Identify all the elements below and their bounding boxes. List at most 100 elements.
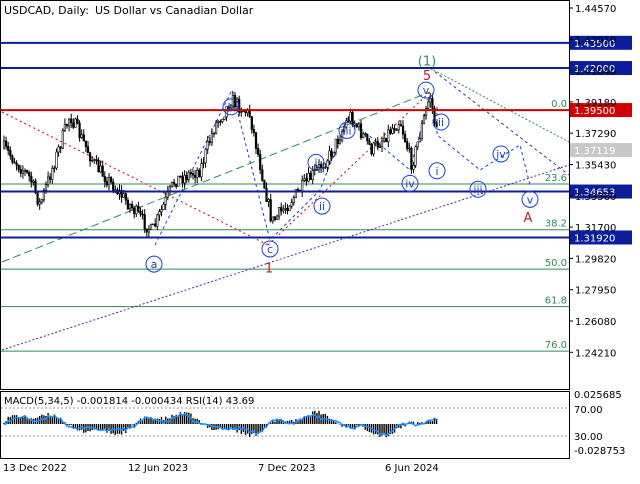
candle-body: [208, 141, 211, 143]
candle-body: [89, 152, 92, 162]
candle-body: [179, 175, 182, 178]
candle-body: [46, 176, 50, 185]
wave-label: 5: [423, 69, 431, 84]
candle-body: [131, 203, 134, 209]
candle-body: [374, 141, 377, 144]
candle-body: [143, 214, 146, 230]
candle-body: [292, 197, 295, 203]
candle-body: [301, 180, 304, 193]
candle-body: [72, 122, 75, 128]
wave-label: c: [267, 243, 273, 256]
y-tick-label: 1.24210: [575, 348, 616, 359]
candle-body: [30, 175, 33, 183]
candle-body: [80, 134, 83, 138]
candle-body: [277, 207, 281, 217]
candle-body: [290, 202, 293, 207]
candle-body: [307, 172, 310, 182]
wave-label: 1: [265, 261, 273, 276]
candle-body: [170, 181, 174, 187]
candle-body: [68, 118, 71, 127]
y-tick-label: 1.44570: [575, 4, 616, 15]
candle-body: [223, 116, 226, 120]
price-level-tag-label: 1.31920: [574, 233, 615, 244]
candle-body: [288, 205, 291, 212]
candle-body: [78, 122, 81, 138]
candle-body: [252, 129, 256, 133]
candle-body: [86, 146, 90, 154]
candle-body: [269, 199, 272, 222]
candle-body: [141, 213, 144, 216]
candle-body: [55, 151, 58, 169]
candle-body: [156, 214, 159, 227]
candle-body: [162, 204, 165, 210]
candle-body: [271, 216, 274, 222]
candle-body: [122, 193, 125, 198]
candle-body: [149, 223, 153, 230]
wave-label: i: [435, 165, 438, 178]
candle-body: [282, 208, 285, 212]
candle-body: [326, 160, 329, 168]
x-tick-label: 7 Dec 2023: [258, 463, 316, 474]
usdcad-chart: 0.023.638.250.061.876.0 1.435001.420001.…: [0, 0, 632, 474]
candle-body: [210, 133, 214, 143]
candle-body: [212, 132, 216, 135]
candle-body: [263, 180, 266, 189]
candle-body: [364, 133, 367, 135]
candle-body: [244, 110, 247, 114]
candle-body: [13, 161, 16, 164]
candle-body: [286, 207, 289, 212]
fib-level-label: 23.6: [545, 173, 567, 184]
candle-body: [420, 123, 424, 139]
candle-body: [317, 164, 321, 169]
candle-body: [139, 210, 142, 215]
candle-body: [95, 159, 98, 161]
y-tick-label: 1.35430: [575, 161, 616, 172]
candle-body: [133, 207, 136, 215]
candle-body: [198, 169, 201, 178]
candle-body: [23, 170, 27, 172]
wave-label: iii: [473, 183, 482, 196]
wave-label: iv: [405, 177, 415, 190]
candle-body: [389, 129, 392, 134]
candle-body: [2, 140, 6, 149]
candle-body: [399, 124, 403, 127]
fib-level-label: 76.0: [545, 340, 567, 351]
candle-body: [196, 169, 199, 178]
indicator-title: MACD(5,34,5) -0.001814 -0.000434 RSI(14)…: [4, 396, 254, 407]
wave-label: ii: [438, 116, 444, 129]
candle-body: [361, 133, 365, 139]
y-tick-label: 1.31700: [575, 223, 616, 234]
candle-body: [397, 124, 400, 131]
candle-body: [387, 129, 390, 143]
candle-body: [200, 163, 203, 178]
candle-body: [359, 123, 363, 139]
candle-body: [324, 166, 327, 169]
candle-body: [112, 181, 115, 192]
candle-body: [422, 115, 426, 125]
candle-body: [40, 199, 43, 203]
candle-body: [328, 150, 331, 162]
wave-label: a: [151, 258, 158, 271]
indicator-tick-label: 0.025685: [574, 390, 622, 401]
candle-body: [401, 125, 405, 135]
candle-body: [194, 174, 197, 178]
candle-body: [76, 118, 79, 124]
candle-body: [418, 138, 421, 143]
candle-body: [267, 199, 270, 202]
candle-body: [70, 118, 73, 124]
candle-body: [187, 172, 190, 180]
candle-body: [17, 164, 20, 170]
candle-body: [336, 138, 340, 144]
candle-body: [183, 174, 186, 184]
indicator-tick-label: -0.028753: [574, 446, 625, 457]
candle-body: [154, 223, 157, 227]
candle-body: [15, 162, 18, 166]
candle-body: [181, 176, 184, 184]
wave-label: i: [314, 156, 317, 169]
candle-body: [110, 177, 113, 183]
candle-body: [38, 201, 41, 205]
candle-body: [147, 229, 151, 233]
candle-body: [284, 207, 287, 210]
candle-body: [59, 146, 62, 149]
candle-body: [296, 189, 300, 191]
